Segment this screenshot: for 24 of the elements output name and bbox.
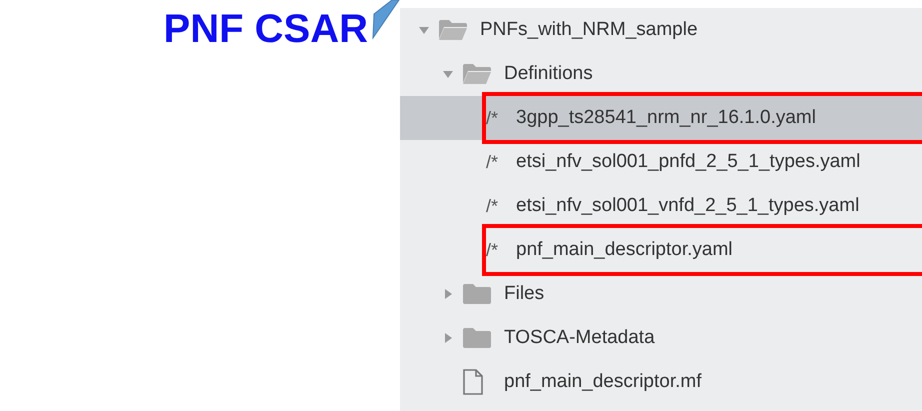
code-file-icon: /* [486, 108, 516, 128]
folder-label: Definitions [504, 63, 593, 85]
expand-arrow-icon[interactable] [418, 24, 430, 36]
collapse-arrow-icon[interactable] [442, 288, 454, 300]
folder-label: TOSCA-Metadata [504, 327, 655, 349]
file-label: pnf_main_descriptor.yaml [516, 239, 732, 261]
file-icon [462, 369, 484, 395]
folder-icon [462, 327, 492, 349]
open-folder-icon [462, 63, 492, 85]
callout-pointer [372, 0, 400, 40]
open-folder-icon [438, 19, 468, 41]
file-label: etsi_nfv_sol001_pnfd_2_5_1_types.yaml [516, 151, 860, 173]
collapse-arrow-icon[interactable] [442, 332, 454, 344]
expand-arrow-icon[interactable] [442, 68, 454, 80]
folder-label: PNFs_with_NRM_sample [480, 19, 698, 41]
file-label: etsi_nfv_sol001_vnfd_2_5_1_types.yaml [516, 195, 860, 217]
file-label: pnf_main_descriptor.mf [504, 371, 702, 393]
file-label: 3gpp_ts28541_nrm_nr_16.1.0.yaml [516, 107, 816, 129]
code-file-icon: /* [486, 152, 516, 172]
folder-label: Files [504, 283, 544, 305]
code-file-icon: /* [486, 196, 516, 216]
code-file-icon: /* [486, 240, 516, 260]
page-title: PNF CSAR [164, 6, 368, 52]
folder-icon [462, 283, 492, 305]
